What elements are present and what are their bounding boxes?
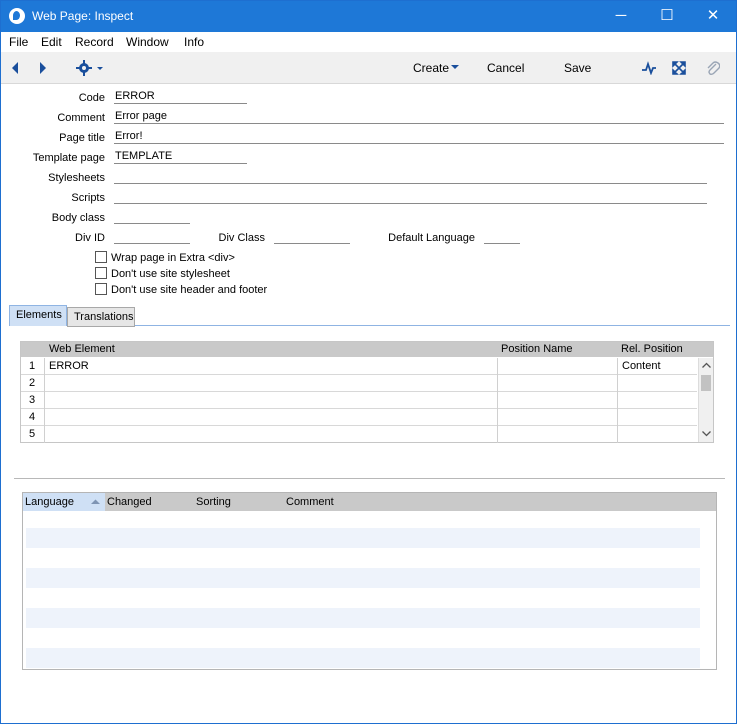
toolbar: Create Cancel Save xyxy=(1,52,736,84)
tab-elements[interactable]: Elements xyxy=(9,305,67,326)
elements-grid: Web Element Position Name Rel. Position … xyxy=(20,341,714,443)
body-class-label: Body class xyxy=(51,212,105,224)
gear-menu-icon[interactable] xyxy=(75,59,105,77)
web-element-cell[interactable] xyxy=(45,392,498,409)
column-web-element[interactable]: Web Element xyxy=(47,342,517,357)
section-divider xyxy=(14,478,725,479)
title-bar: Web Page: Inspect ─ ☐ ✕ xyxy=(1,1,736,32)
previous-record-icon[interactable] xyxy=(10,61,20,75)
rel-position-cell[interactable] xyxy=(618,392,697,409)
default-language-label: Default Language xyxy=(388,232,475,244)
menu-edit[interactable]: Edit xyxy=(41,35,62,49)
div-id-label: Div ID xyxy=(75,232,105,244)
web-element-cell[interactable] xyxy=(45,375,498,392)
scripts-field[interactable] xyxy=(114,190,707,204)
cancel-button[interactable]: Cancel xyxy=(487,61,524,75)
next-record-icon[interactable] xyxy=(38,61,48,75)
column-changed[interactable]: Changed xyxy=(107,493,195,511)
rel-position-cell[interactable] xyxy=(618,409,697,426)
default-language-field[interactable] xyxy=(484,230,520,244)
grid-scrollbar[interactable] xyxy=(698,358,713,442)
row-number: 3 xyxy=(21,392,45,409)
div-class-field[interactable] xyxy=(274,230,350,244)
position-name-cell[interactable] xyxy=(498,426,618,443)
stylesheets-field[interactable] xyxy=(114,170,707,184)
create-dropdown-icon[interactable] xyxy=(451,65,459,70)
scripts-label: Scripts xyxy=(71,192,105,204)
no-site-header-footer-checkbox[interactable] xyxy=(95,283,107,295)
scroll-up-icon[interactable] xyxy=(702,362,711,368)
position-name-cell[interactable] xyxy=(498,409,618,426)
sort-ascending-icon xyxy=(91,499,100,504)
comment-field[interactable]: Error page xyxy=(114,110,724,124)
menu-record[interactable]: Record xyxy=(75,35,114,49)
close-button[interactable]: ✕ xyxy=(690,1,736,32)
list-row-stripe xyxy=(26,528,700,548)
maximize-button[interactable]: ☐ xyxy=(644,1,690,32)
no-site-header-footer-label: Don't use site header and footer xyxy=(111,284,268,296)
page-title-label: Page title xyxy=(59,132,105,144)
app-logo-icon xyxy=(9,8,25,24)
code-label: Code xyxy=(78,92,105,104)
menu-window[interactable]: Window xyxy=(126,35,169,49)
column-rel-position[interactable]: Rel. Position xyxy=(619,342,713,357)
position-name-cell[interactable] xyxy=(498,375,618,392)
column-comment[interactable]: Comment xyxy=(286,493,386,511)
window-title: Web Page: Inspect xyxy=(32,9,134,23)
table-row[interactable]: 2 xyxy=(21,375,697,392)
no-site-stylesheet-checkbox[interactable] xyxy=(95,267,107,279)
web-element-cell[interactable] xyxy=(45,409,498,426)
translations-list: Language Changed Sorting Comment xyxy=(22,492,717,670)
scroll-down-icon[interactable] xyxy=(702,431,711,437)
menu-file[interactable]: File xyxy=(9,35,28,49)
menu-info[interactable]: Info xyxy=(184,35,204,49)
table-row[interactable]: 3 xyxy=(21,392,697,409)
table-row[interactable]: 4 xyxy=(21,409,697,426)
position-name-cell[interactable] xyxy=(498,358,618,375)
tab-translations[interactable]: Translations xyxy=(67,307,135,327)
row-number: 2 xyxy=(21,375,45,392)
body-class-field[interactable] xyxy=(114,210,190,224)
row-number: 4 xyxy=(21,409,45,426)
activity-icon[interactable] xyxy=(641,61,657,75)
column-position-name[interactable]: Position Name xyxy=(499,342,617,357)
wrap-page-label: Wrap page in Extra <div> xyxy=(111,252,235,264)
page-title-field[interactable]: Error! xyxy=(114,130,724,144)
web-element-cell[interactable]: ERROR xyxy=(45,358,498,375)
rel-position-cell[interactable]: Content xyxy=(618,358,697,375)
list-row-stripe xyxy=(26,568,700,588)
template-page-label: Template page xyxy=(32,152,105,164)
list-row-stripe xyxy=(26,608,700,628)
table-row[interactable]: 5 xyxy=(21,426,697,443)
position-name-cell[interactable] xyxy=(498,392,618,409)
wrap-page-checkbox[interactable] xyxy=(95,251,107,263)
create-button[interactable]: Create xyxy=(413,61,449,75)
save-button[interactable]: Save xyxy=(564,61,591,75)
code-field[interactable]: ERROR xyxy=(114,90,247,104)
table-row[interactable]: 1 ERROR Content xyxy=(21,358,697,375)
comment-label: Comment xyxy=(57,112,105,124)
app-window: Web Page: Inspect ─ ☐ ✕ File Edit Record… xyxy=(0,0,737,724)
column-sorting[interactable]: Sorting xyxy=(196,493,284,511)
stylesheets-label: Stylesheets xyxy=(48,172,105,184)
expand-icon[interactable] xyxy=(672,61,686,75)
row-number: 5 xyxy=(21,426,45,443)
rel-position-cell[interactable] xyxy=(618,426,697,443)
web-element-cell[interactable] xyxy=(45,426,498,443)
scroll-thumb[interactable] xyxy=(701,375,711,391)
minimize-button[interactable]: ─ xyxy=(598,1,644,32)
attachment-icon[interactable] xyxy=(706,60,720,76)
list-row-stripe xyxy=(26,648,700,668)
div-class-label: Div Class xyxy=(218,232,265,244)
menu-bar: File Edit Record Window Info xyxy=(1,32,736,52)
row-number: 1 xyxy=(21,358,45,375)
no-site-stylesheet-label: Don't use site stylesheet xyxy=(111,268,230,280)
template-page-field[interactable]: TEMPLATE xyxy=(114,150,247,164)
rel-position-cell[interactable] xyxy=(618,375,697,392)
